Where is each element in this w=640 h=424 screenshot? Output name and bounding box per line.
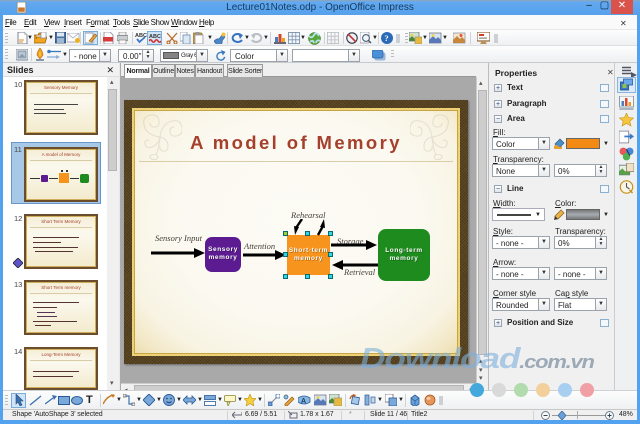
svg-text:A: A (301, 398, 306, 405)
svg-text:ABC: ABC (135, 33, 147, 39)
svg-text:?: ? (384, 33, 388, 43)
